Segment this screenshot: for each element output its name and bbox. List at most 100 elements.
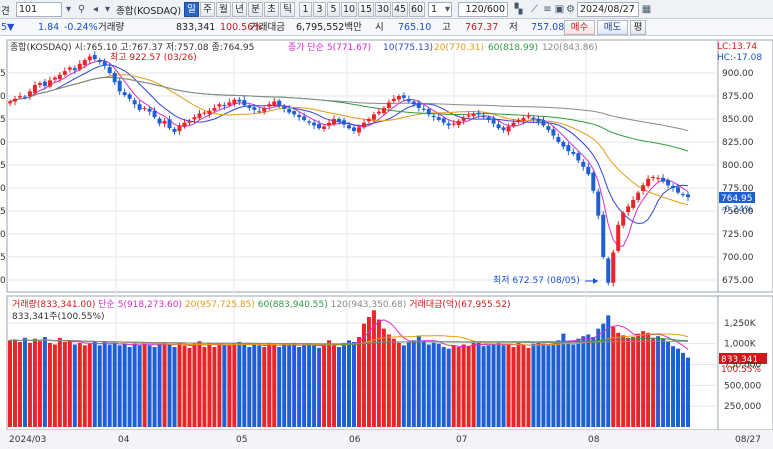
chevron-down-icon[interactable]: ▾	[101, 3, 114, 16]
volume-bar	[312, 345, 317, 427]
volume-bar	[461, 344, 466, 427]
max-annotation: 최고 922.57 (03/26)	[110, 52, 197, 63]
volume-bar	[37, 341, 42, 427]
period-tick-button[interactable]: 틱	[280, 2, 295, 17]
volume-bar	[242, 344, 247, 427]
candle-body	[526, 116, 531, 118]
hc-label: HC:-17.08	[717, 53, 762, 63]
left-label: 견	[1, 6, 10, 17]
sell-button[interactable]: 매도	[597, 20, 628, 35]
interval-45-button[interactable]: 45	[392, 2, 408, 17]
count-input[interactable]: 120/600	[458, 2, 508, 17]
period-week-button[interactable]: 주	[200, 2, 215, 17]
volume-bar	[496, 342, 501, 427]
candle-body	[82, 60, 87, 66]
settings-gear-icon[interactable]: ⚙	[564, 3, 577, 16]
period-second-button[interactable]: 초	[264, 2, 279, 17]
interval-30-button[interactable]: 30	[375, 2, 391, 17]
volume-bar	[162, 342, 167, 427]
volume-bar	[411, 340, 416, 427]
candle-body	[386, 102, 391, 108]
volume-bar	[441, 347, 446, 427]
candle-body	[142, 107, 147, 109]
candle-body	[227, 102, 232, 106]
volume-bar	[172, 347, 177, 427]
period-year-button[interactable]: 년	[232, 2, 247, 17]
volume-bar	[82, 345, 87, 427]
candle-body	[636, 192, 641, 200]
candle-body	[302, 116, 307, 120]
chart-area[interactable]: 종합(KOSDAQ) 시:765.10 고:767.37 저:757.08 종:…	[0, 37, 773, 449]
eval-button[interactable]: 평	[630, 20, 646, 35]
search-icon[interactable]: ⚲	[75, 3, 88, 16]
volume-bar	[47, 342, 52, 427]
volume-bar	[277, 347, 282, 427]
candle-body	[77, 63, 82, 70]
candle-body	[277, 100, 282, 106]
change-percent: -0.24%	[64, 22, 98, 33]
date-input[interactable]: 2024/08/27	[577, 2, 639, 17]
volume-bar	[626, 337, 631, 427]
period-day-button[interactable]: 일	[184, 2, 199, 17]
volume-bar	[666, 342, 671, 427]
volume-bar	[117, 345, 122, 427]
chart-type-icon[interactable]: ▚	[512, 3, 525, 16]
interval-15-button[interactable]: 15	[358, 2, 374, 17]
interval-10-button[interactable]: 10	[341, 2, 357, 17]
volume-bar	[347, 340, 351, 427]
candle-body	[461, 118, 466, 121]
vol-ma5-legend: 5(918,273.60)	[118, 300, 182, 310]
volume-bar	[426, 344, 431, 427]
price-legend-main: 종합(KOSDAQ) 시:765.10 고:767.37 저:757.08 종:…	[10, 42, 254, 53]
candle-body	[307, 121, 312, 123]
candle-body	[92, 54, 97, 60]
code-input[interactable]: 101	[16, 2, 62, 17]
dropdown-chevron-icon[interactable]: ▾	[62, 3, 75, 16]
period-minute-button[interactable]: 분	[248, 2, 263, 17]
candle-body	[601, 214, 606, 257]
volume-bar	[476, 342, 481, 427]
market-name: 종합(KOSDAQ)	[116, 6, 182, 17]
candle-body	[147, 108, 152, 112]
candle-body	[322, 126, 327, 129]
buy-button[interactable]: 매수	[564, 20, 595, 35]
volume-bar	[232, 342, 237, 427]
volume-tick-label: 500,000	[724, 381, 761, 391]
volume-bar	[601, 323, 606, 427]
volume-bar	[157, 343, 162, 427]
interval-1-button[interactable]: 1	[299, 2, 312, 17]
candlestick-chart[interactable]: 종합(KOSDAQ) 시:765.10 고:767.37 저:757.08 종:…	[0, 37, 773, 449]
chevron-down-icon[interactable]: ▾	[441, 3, 454, 16]
volume-bar	[481, 346, 486, 427]
volume-bar	[127, 347, 132, 427]
volume-bar	[531, 343, 536, 427]
volume-bar	[401, 345, 406, 427]
candle-body	[676, 187, 681, 193]
toolbar-top: 견 101 ▾ ⚲ ◂ ▾ 종합(KOSDAQ) 일 주 월 년 분 초 틱 1…	[0, 0, 773, 19]
volume-bar	[122, 343, 127, 427]
calendar-icon[interactable]: ▦	[640, 3, 653, 16]
draw-tool-icon[interactable]: ⟋	[528, 3, 541, 16]
candle-body	[8, 101, 12, 104]
x-label-apr: 04	[118, 435, 130, 445]
volume-bar	[651, 337, 656, 427]
interval-5-button[interactable]: 5	[327, 2, 340, 17]
period-month-button[interactable]: 월	[216, 2, 231, 17]
volume-bar	[596, 328, 601, 427]
volume-bar	[406, 342, 411, 427]
candle-body	[117, 80, 122, 92]
interval-3-button[interactable]: 3	[313, 2, 326, 17]
volume-bar	[177, 342, 182, 427]
left-edge-tick: 0	[0, 92, 6, 102]
candle-body	[157, 118, 162, 124]
volume-bar	[636, 333, 641, 427]
volume-bar	[307, 343, 312, 427]
volume-bar	[202, 347, 207, 427]
price-tick-label: 900.00	[722, 69, 754, 79]
candle-body	[67, 67, 72, 70]
volume-bar	[436, 343, 441, 427]
open-value: 765.10	[398, 22, 432, 33]
candle-body	[222, 105, 227, 107]
interval-60-button[interactable]: 60	[409, 2, 425, 17]
candle-body	[327, 122, 332, 126]
